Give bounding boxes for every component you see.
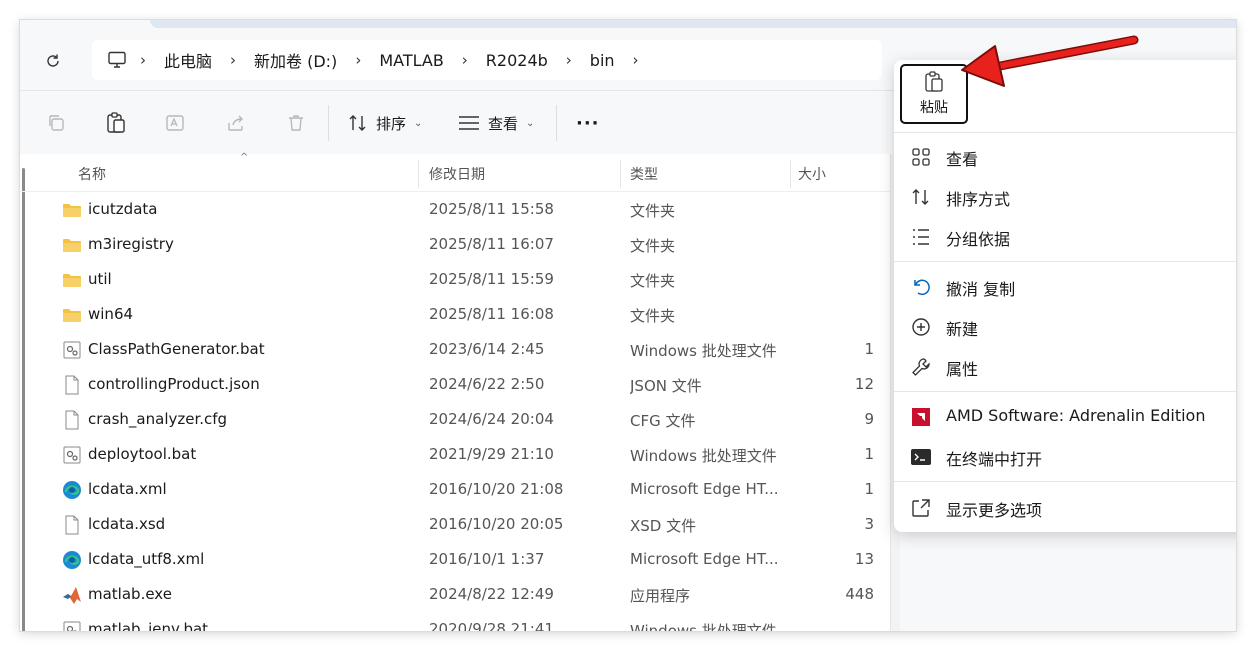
red-arrow-annotation [961, 35, 1139, 87]
